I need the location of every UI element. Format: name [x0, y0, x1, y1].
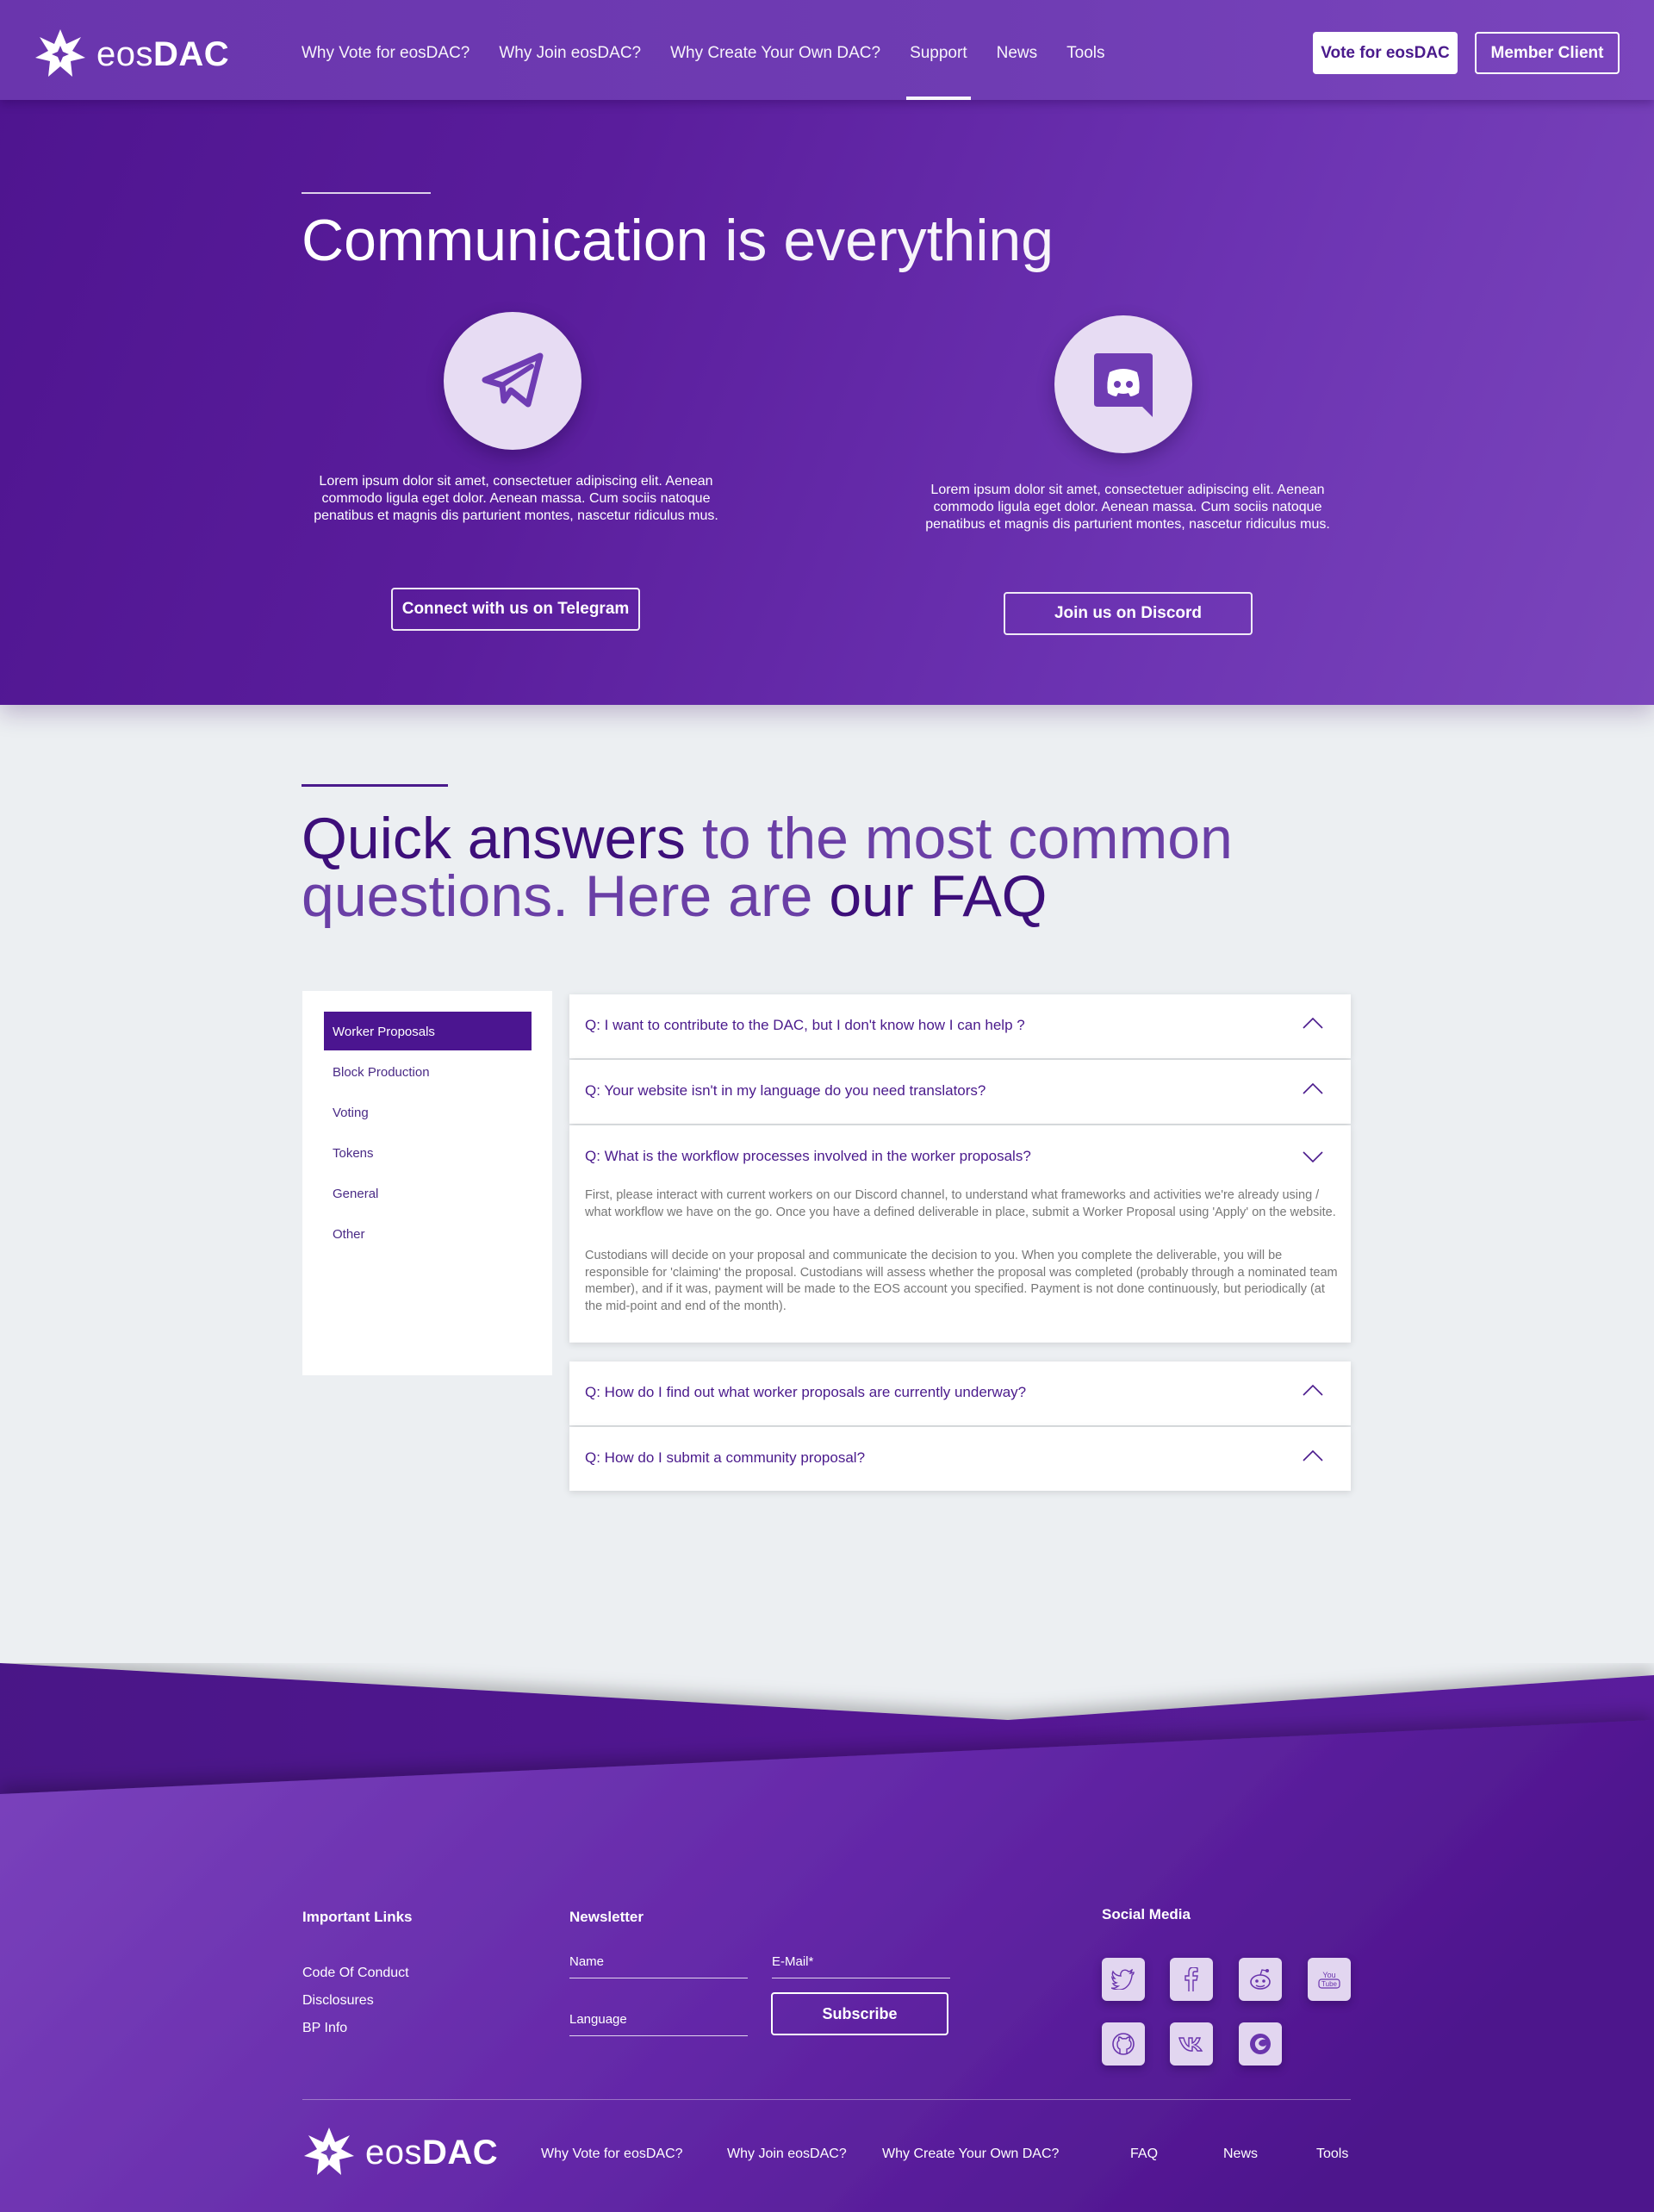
twitter-icon[interactable]	[1102, 1958, 1145, 2001]
telegram-description: Lorem ipsum dolor sit amet, consectetuer…	[314, 474, 718, 523]
eosdac-logo-icon	[35, 29, 85, 77]
faq-question[interactable]: Q: I want to contribute to the DAC, but …	[585, 1017, 1025, 1034]
nav-why-create[interactable]: Why Create Your Own DAC?	[670, 0, 880, 100]
eosdac-logo-icon	[304, 2128, 354, 2175]
site-header: eosDAC Why Vote for eosDAC? Why Join eos…	[0, 0, 1654, 100]
steemit-icon[interactable]	[1239, 2022, 1282, 2066]
category-tokens[interactable]: Tokens	[324, 1133, 532, 1172]
vk-icon[interactable]	[1170, 2022, 1213, 2066]
hero-section: Communication is everything Lorem ipsum …	[0, 0, 1654, 705]
faq-rule	[302, 784, 448, 787]
youtube-icon[interactable]: You Tube	[1308, 1958, 1351, 2001]
discord-button[interactable]: Join us on Discord	[1004, 592, 1253, 635]
faq-question[interactable]: Q: How do I submit a community proposal?	[585, 1449, 865, 1467]
reddit-icon[interactable]	[1239, 1958, 1282, 2001]
github-icon[interactable]	[1102, 2022, 1145, 2066]
footer-divider	[302, 2099, 1351, 2100]
category-other[interactable]: Other	[324, 1214, 532, 1253]
footer-background	[0, 1663, 1654, 2212]
category-general[interactable]: General	[324, 1174, 532, 1212]
category-voting[interactable]: Voting	[324, 1093, 532, 1131]
faq-item[interactable]: Q: Your website isn't in my language do …	[569, 1060, 1351, 1124]
faq-item-expanded[interactable]: Q: What is the workflow processes involv…	[569, 1125, 1351, 1343]
footer-nav-why-vote[interactable]: Why Vote for eosDAC?	[541, 2147, 683, 2162]
nav-support[interactable]: Support	[906, 0, 971, 100]
footer-nav-news[interactable]: News	[1223, 2147, 1258, 2162]
footer-link-code-of-conduct[interactable]: Code Of Conduct	[302, 1966, 409, 1981]
footer-nav-faq[interactable]: FAQ	[1130, 2147, 1158, 2162]
faq-item[interactable]: Q: How do I submit a community proposal?	[569, 1427, 1351, 1491]
footer-nav-tools[interactable]: Tools	[1316, 2147, 1348, 2162]
footer-link-bp-info[interactable]: BP Info	[302, 2021, 347, 2036]
brand-wordmark: eosDAC	[96, 34, 230, 73]
svg-text:Tube: Tube	[1321, 1980, 1337, 1988]
hero-rule	[302, 192, 431, 194]
faq-category-list: Worker Proposals Block Production Voting…	[302, 991, 552, 1375]
nav-why-vote[interactable]: Why Vote for eosDAC?	[302, 0, 469, 100]
faq-answer-paragraph: First, please interact with current work…	[585, 1188, 1336, 1219]
header-logo[interactable]: eosDAC	[34, 28, 229, 80]
newsletter-heading: Newsletter	[569, 1909, 644, 1925]
faq-question[interactable]: Q: What is the workflow processes involv…	[585, 1148, 1031, 1165]
footer-nav-why-create[interactable]: Why Create Your Own DAC?	[882, 2147, 1059, 2162]
main-nav: Why Vote for eosDAC? Why Join eosDAC? Wh…	[302, 0, 1134, 100]
footer-link-disclosures[interactable]: Disclosures	[302, 1993, 374, 2009]
telegram-icon	[444, 312, 581, 450]
footer-logo[interactable]: eosDAC	[303, 2127, 498, 2178]
member-client-button[interactable]: Member Client	[1475, 32, 1620, 74]
faq-question[interactable]: Q: How do I find out what worker proposa…	[585, 1384, 1026, 1401]
nav-news[interactable]: News	[997, 0, 1038, 100]
hero-title: Communication is everything	[302, 208, 1054, 273]
svg-text:You: You	[1322, 1971, 1335, 1979]
category-worker-proposals[interactable]: Worker Proposals	[324, 1012, 532, 1050]
nav-tools[interactable]: Tools	[1066, 0, 1104, 100]
vote-button[interactable]: Vote for eosDAC	[1313, 32, 1458, 74]
chevron-up-icon[interactable]	[1303, 1017, 1323, 1029]
chevron-up-icon[interactable]	[1303, 1449, 1323, 1461]
email-field[interactable]: E-Mail*	[772, 1951, 950, 1978]
telegram-button[interactable]: Connect with us on Telegram	[391, 588, 640, 631]
brand-wordmark: eosDAC	[365, 2133, 499, 2171]
social-media-heading: Social Media	[1102, 1906, 1191, 1922]
name-field[interactable]: Name	[569, 1951, 748, 1978]
discord-icon	[1054, 315, 1192, 453]
faq-item[interactable]: Q: How do I find out what worker proposa…	[569, 1361, 1351, 1425]
chevron-up-icon[interactable]	[1303, 1384, 1323, 1396]
chevron-up-icon[interactable]	[1303, 1082, 1323, 1094]
subscribe-button[interactable]: Subscribe	[771, 1992, 948, 2035]
faq-title: Quick answers to the most common questio…	[302, 806, 1233, 929]
footer-nav-why-join[interactable]: Why Join eosDAC?	[727, 2147, 847, 2162]
language-field[interactable]: Language	[569, 2009, 748, 2036]
footer-wave-shape	[0, 1663, 1654, 2212]
faq-item[interactable]: Q: I want to contribute to the DAC, but …	[569, 994, 1351, 1058]
discord-description: Lorem ipsum dolor sit amet, consectetuer…	[925, 483, 1330, 532]
chevron-down-icon[interactable]	[1303, 1151, 1323, 1163]
nav-why-join[interactable]: Why Join eosDAC?	[499, 0, 641, 100]
category-block-production[interactable]: Block Production	[324, 1052, 532, 1091]
faq-question[interactable]: Q: Your website isn't in my language do …	[585, 1082, 986, 1100]
facebook-icon[interactable]	[1170, 1958, 1213, 2001]
important-links-heading: Important Links	[302, 1909, 413, 1925]
faq-answer-paragraph: Custodians will decide on your proposal …	[585, 1249, 1338, 1313]
